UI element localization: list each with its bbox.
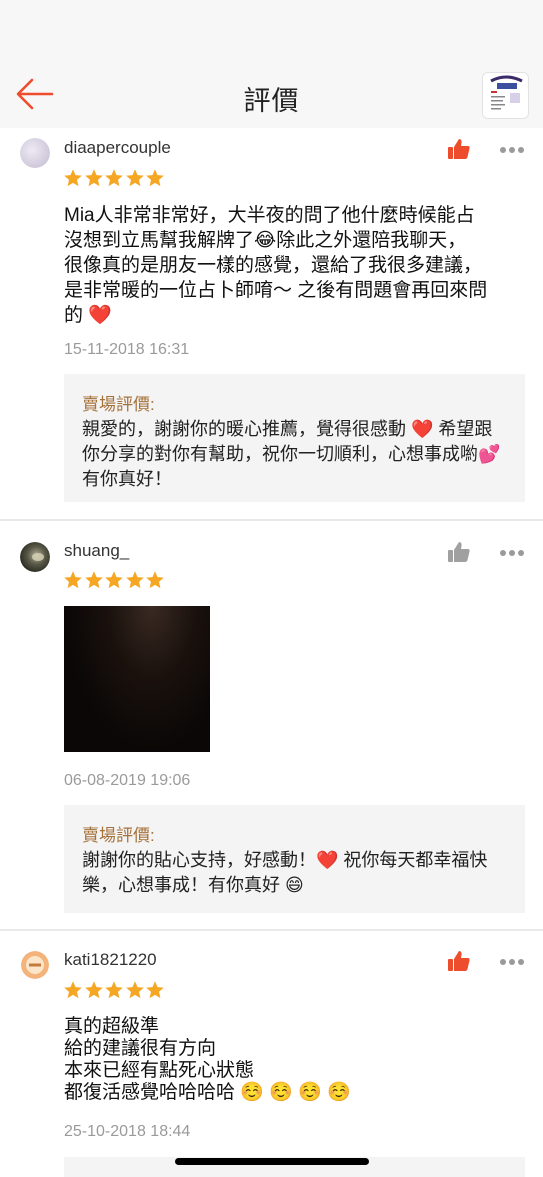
- star-rating: [63, 570, 166, 590]
- avatar[interactable]: [21, 951, 49, 979]
- star-icon: [105, 169, 123, 187]
- more-options-button[interactable]: [500, 140, 528, 154]
- more-dot: [518, 147, 524, 153]
- more-options-button[interactable]: [500, 543, 528, 557]
- more-dot: [518, 550, 524, 556]
- star-icon: [125, 981, 144, 999]
- star-icon: [64, 169, 82, 187]
- star-icon: [105, 571, 123, 589]
- seller-reply: 賣場評價: 親愛的，謝謝你的暖心推薦，覺得很感動 ❤️ 希望跟你分享的對你有幫助…: [64, 374, 525, 502]
- review-text: 真的超級準 給的建議很有方向 本來已經有點死心狀態 都復活感覺哈哈哈哈 ☺️ ☺…: [64, 1016, 351, 1103]
- star-icon: [84, 981, 103, 999]
- seller-reply-text: 謝謝你的貼心支持，好感動！❤️ 祝你每天都幸福快樂，心想事成！有你真好 😄: [82, 850, 488, 895]
- more-dot: [509, 959, 515, 965]
- avatar-image: [20, 138, 50, 168]
- more-dot: [509, 550, 515, 556]
- avatar-image: [20, 542, 50, 572]
- top-app-bar: 評價: [0, 62, 543, 128]
- star-rating: [63, 168, 166, 188]
- review-date: 25-10-2018 18:44: [64, 1123, 191, 1140]
- seller-reply: 賣場評價: 謝謝你的貼心支持，好感動！❤️ 祝你每天都幸福快樂，心想事成！有你真…: [64, 805, 525, 913]
- star-icon: [146, 981, 164, 999]
- thumbs-up-icon: [448, 139, 470, 159]
- avatar-image: [21, 951, 49, 979]
- shop-thumbnail-image: [483, 73, 528, 118]
- reviewer-username[interactable]: shuang_: [64, 541, 129, 561]
- star-icon: [105, 981, 123, 999]
- more-dots-icon: [500, 147, 506, 153]
- more-dot: [509, 147, 515, 153]
- reviewer-username[interactable]: diaapercouple: [64, 138, 171, 158]
- seller-reply-title: 賣場評價:: [82, 826, 155, 845]
- reviewer-username[interactable]: kati1821220: [64, 950, 157, 970]
- star-icon: [64, 981, 82, 999]
- review-date: 15-11-2018 16:31: [64, 341, 190, 358]
- avatar[interactable]: [20, 542, 50, 572]
- more-dots-icon: [500, 959, 506, 965]
- review-item: kati1821220 真的超級準 給的建議很有方向 本來已經有點死心狀態 都復…: [0, 930, 543, 1177]
- review-item: shuang_ 06-08-2019 19:06 賣場評價: 謝謝你的貼心支持，…: [0, 521, 543, 929]
- like-button[interactable]: [447, 949, 471, 973]
- like-button[interactable]: [447, 137, 471, 161]
- seller-reply-text: 親愛的，謝謝你的暖心推薦，覺得很感動 ❤️ 希望跟你分享的對你有幫助，祝你一切順…: [82, 419, 501, 489]
- review-text: Mia人非常非常好，大半夜的問了他什麼時候能占 沒想到立馬幫我解牌了😂除此之外還…: [64, 205, 488, 326]
- page-title: 評價: [243, 86, 300, 116]
- star-icon: [64, 571, 82, 589]
- more-dot: [518, 959, 524, 965]
- star-icon: [84, 571, 103, 589]
- star-icon: [146, 571, 164, 589]
- star-rating: [63, 980, 166, 1000]
- review-item: diaapercouple Mia人非常非常好，大半夜的問了他什麼時候能占 沒想…: [0, 128, 543, 520]
- review-date: 06-08-2019 19:06: [64, 772, 191, 789]
- star-icon: [125, 571, 144, 589]
- star-icon: [84, 169, 103, 187]
- thumbs-up-icon: [448, 951, 470, 971]
- review-photo[interactable]: [64, 606, 210, 752]
- seller-reply-title: 賣場評價:: [82, 395, 155, 414]
- star-icon: [146, 169, 164, 187]
- avatar[interactable]: [20, 138, 50, 168]
- more-options-button[interactable]: [500, 952, 528, 966]
- more-dots-icon: [500, 550, 506, 556]
- home-indicator[interactable]: [175, 1158, 369, 1165]
- thumbs-up-icon: [448, 542, 470, 562]
- status-bar-area: [0, 0, 543, 62]
- like-button[interactable]: [447, 540, 471, 564]
- shop-thumbnail[interactable]: [482, 72, 529, 119]
- star-icon: [125, 169, 144, 187]
